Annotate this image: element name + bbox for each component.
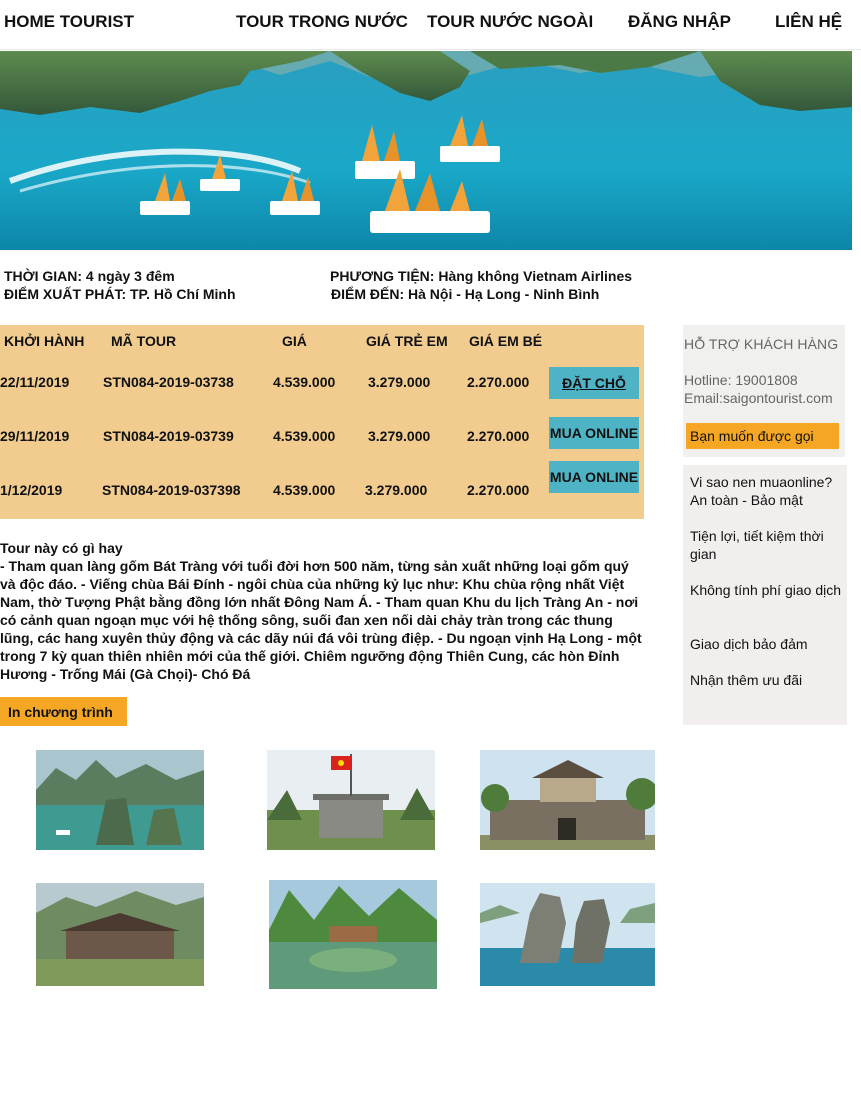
gallery-image-halong-bay[interactable] bbox=[36, 750, 204, 850]
nav-contact-link[interactable]: LIÊN HỆ bbox=[775, 12, 842, 32]
row-baby-price: 2.270.000 bbox=[467, 482, 530, 498]
why-item-no-fee: Không tính phí giao dịch bbox=[690, 582, 842, 598]
gallery-image-ho-chi-minh-mausoleum[interactable] bbox=[267, 750, 435, 850]
hero-banner-image bbox=[0, 51, 852, 250]
row-departure-date: 29/11/2019 bbox=[0, 428, 70, 444]
support-title: HỖ TRỢ KHÁCH HÀNG bbox=[684, 336, 839, 352]
row-tour-code: STN084-2019-03739 bbox=[103, 428, 234, 444]
nav-divider bbox=[0, 49, 861, 50]
customer-support-panel: HỖ TRỢ KHÁCH HÀNG Hotline: 19001808 Emai… bbox=[683, 325, 845, 457]
gallery-image-trong-mai-islet[interactable] bbox=[480, 883, 655, 986]
column-header-departure: KHỞI HÀNH bbox=[4, 333, 85, 349]
nav-home-link[interactable]: HOME TOURIST bbox=[4, 12, 134, 32]
why-item-guaranteed: Giao dịch bảo đảm bbox=[690, 636, 808, 652]
print-itinerary-button[interactable]: In chương trình bbox=[0, 697, 127, 726]
why-item-offers: Nhận thêm ưu đãi bbox=[690, 672, 803, 688]
buy-online-button[interactable]: MUA ONLINE bbox=[549, 417, 639, 449]
book-button[interactable]: ĐẶT CHỖ bbox=[549, 367, 639, 399]
nav-international-tours-link[interactable]: TOUR NƯỚC NGOÀI bbox=[427, 12, 593, 32]
buy-online-button[interactable]: MUA ONLINE bbox=[549, 461, 639, 493]
nav-domestic-tours-link[interactable]: TOUR TRONG NƯỚC bbox=[236, 12, 408, 32]
column-header-price: GIÁ bbox=[282, 333, 307, 349]
request-callback-button[interactable]: Bạn muốn được gọi bbox=[686, 423, 839, 449]
highlights-title: Tour này có gì hay bbox=[0, 540, 123, 556]
row-child-price: 3.279.000 bbox=[368, 374, 431, 390]
tour-schedule-table: KHỞI HÀNH MÃ TOUR GIÁ GIÁ TRẺ EM GIÁ EM … bbox=[0, 325, 644, 519]
gallery-image-doan-mon-gate[interactable] bbox=[480, 750, 655, 850]
nav-login-link[interactable]: ĐĂNG NHẬP bbox=[628, 12, 731, 32]
row-baby-price: 2.270.000 bbox=[467, 374, 530, 390]
row-price: 4.539.000 bbox=[273, 374, 336, 390]
row-departure-date: 1/12/2019 bbox=[0, 482, 63, 498]
highlights-body: - Tham quan làng gốm Bát Tràng với tuổi … bbox=[0, 558, 642, 682]
tour-highlights: Tour này có gì hay - Tham quan làng gốm … bbox=[0, 539, 648, 683]
row-price: 4.539.000 bbox=[273, 428, 336, 444]
tour-departure: ĐIỂM XUẤT PHÁT: TP. Hồ Chí Minh bbox=[4, 286, 236, 302]
support-email: Email:saigontourist.com bbox=[684, 390, 833, 406]
gallery-image-trang-an[interactable] bbox=[269, 880, 437, 989]
column-header-baby-price: GIÁ EM BÉ bbox=[469, 333, 543, 349]
row-baby-price: 2.270.000 bbox=[467, 428, 530, 444]
row-price: 4.539.000 bbox=[273, 482, 336, 498]
row-tour-code: STN084-2019-037398 bbox=[102, 482, 241, 498]
tour-duration: THỜI GIAN: 4 ngày 3 đêm bbox=[4, 268, 175, 284]
gallery-image-bai-dinh-pagoda[interactable] bbox=[36, 883, 204, 986]
row-tour-code: STN084-2019-03738 bbox=[103, 374, 234, 390]
why-item-convenience: Tiện lợi, tiết kiệm thời gian bbox=[690, 528, 824, 562]
tour-transport: PHƯƠNG TIỆN: Hàng không Vietnam Airlines bbox=[330, 268, 633, 284]
column-header-child-price: GIÁ TRẺ EM bbox=[366, 333, 448, 349]
tour-destination: ĐIỂM ĐẾN: Hà Nội - Hạ Long - Ninh Bình bbox=[331, 286, 600, 302]
why-item-security: Vi sao nen muaonline? An toàn - Bảo mật bbox=[690, 474, 833, 508]
why-buy-online-panel: Vi sao nen muaonline? An toàn - Bảo mật … bbox=[683, 465, 847, 725]
row-departure-date: 22/11/2019 bbox=[0, 374, 70, 390]
row-child-price: 3.279.000 bbox=[368, 428, 431, 444]
support-hotline: Hotline: 19001808 bbox=[684, 372, 798, 388]
column-header-tour-code: MÃ TOUR bbox=[111, 333, 177, 349]
row-child-price: 3.279.000 bbox=[365, 482, 428, 498]
